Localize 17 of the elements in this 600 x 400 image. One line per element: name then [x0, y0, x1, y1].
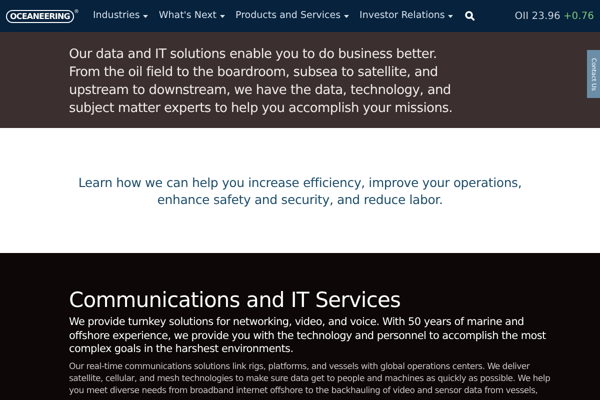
nav-link[interactable]: Investor Relations	[360, 8, 445, 24]
nav-link[interactable]: Products and Services	[236, 8, 341, 24]
caret-icon	[344, 14, 349, 18]
caret-icon	[448, 14, 453, 18]
hero-text: Our data and IT solutions enable you to do business better. From the oil field to the boardroom, subsea to satellite, and upstream to downstream, we have the data, technology, and subject matter experts to help you accomplish your missions.	[69, 46, 454, 118]
stock-change: +0.76	[563, 10, 594, 24]
stock-price: OII 23.96	[514, 10, 560, 24]
caret-icon	[142, 14, 148, 18]
logo[interactable]: OCEANEERING	[6, 10, 74, 22]
caret-icon	[220, 14, 225, 18]
search-icon[interactable]	[464, 11, 475, 21]
lead-paragraph: We provide turnkey solutions for networking, video, and voice. With 50 years of marine and offshore experience, we provide you with the technology and personnel to accomplish the most complex goals in the harshest environments.	[69, 316, 547, 356]
intro-text: Learn how we can help you increase efficiency, improve your operations, enhance safety and security, and reduce labor.	[77, 174, 523, 208]
nav-link[interactable]: What's Next	[158, 8, 217, 24]
body-paragraph: Our real-time communications solutions link rigs, platforms, and vessels with global operations centers. We deliver satellite, cellular, and mesh technologies to make sure data get to people and machines as quickly as possible. We help you meet diverse needs from broadband internet offshore to the backhauling of video and sensor data from vessels,	[69, 360, 552, 396]
nav-link[interactable]: Industries	[92, 8, 140, 24]
section-heading: Communications and IT Services	[69, 287, 402, 313]
